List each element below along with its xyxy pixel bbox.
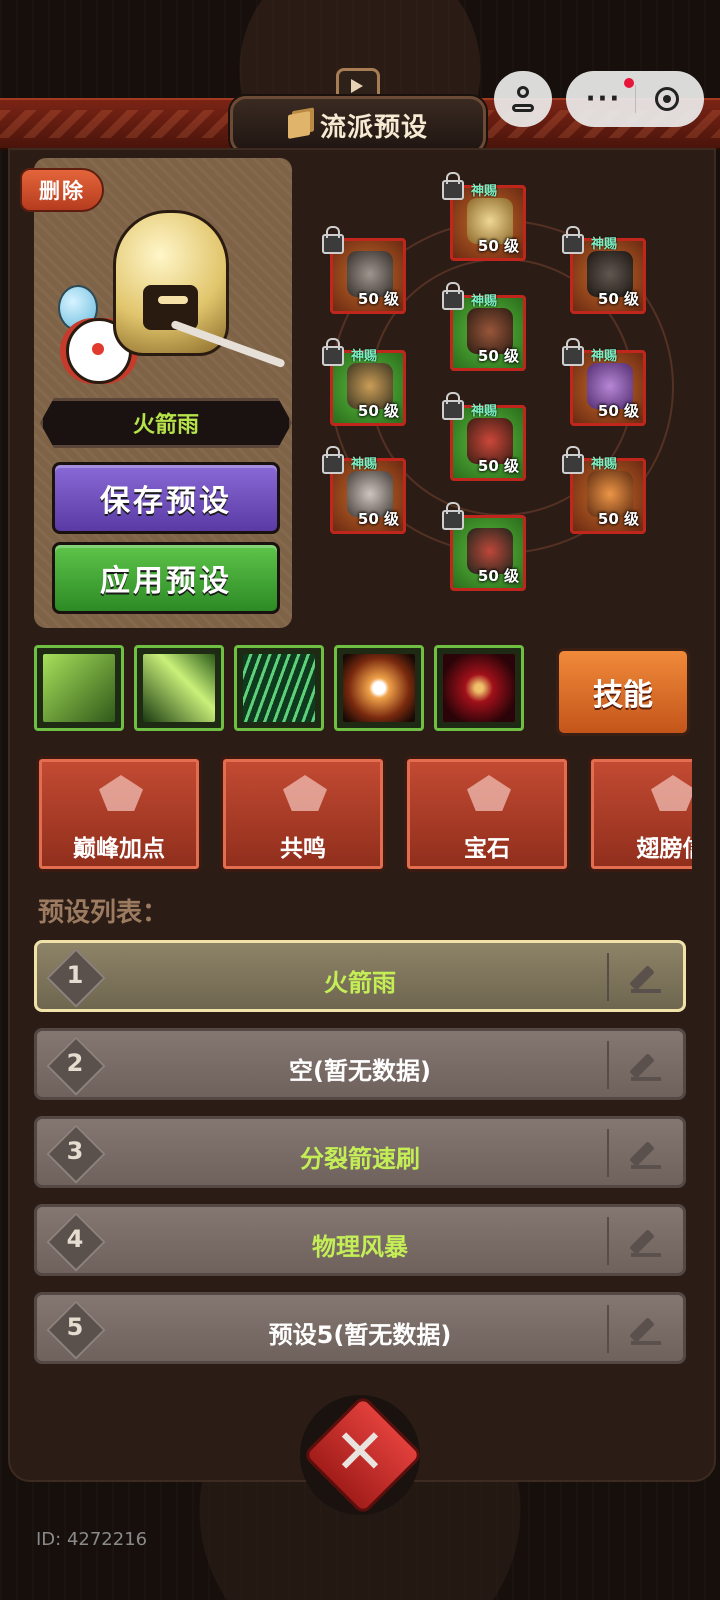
preset-number: 2	[66, 1049, 84, 1077]
feature-resonance[interactable]: 共鸣	[220, 756, 386, 872]
close-target-button[interactable]	[636, 87, 698, 111]
wings-icon	[651, 775, 692, 811]
close-icon[interactable]: ✕	[322, 1420, 398, 1484]
lock-icon	[442, 282, 464, 310]
skill-slot-1[interactable]	[34, 645, 124, 731]
skill-slot-5[interactable]	[434, 645, 524, 731]
preset-row-3[interactable]: 3 分裂箭速刷	[34, 1116, 686, 1188]
preset-row-5[interactable]: 5 预设5(暂无数据)	[34, 1292, 686, 1364]
save-preset-button[interactable]: 保存预设	[52, 462, 280, 534]
level-label: 50 级	[597, 290, 639, 308]
row-divider	[607, 1305, 609, 1353]
lock-icon	[562, 226, 584, 254]
hero-eye	[158, 296, 188, 304]
preset-number: 1	[66, 961, 84, 989]
preset-row-1[interactable]: 1 火箭雨	[34, 940, 686, 1012]
level-label: 50 级	[477, 237, 519, 255]
more-button[interactable]: ···	[573, 84, 635, 114]
feature-label: 共鸣	[280, 836, 326, 862]
notification-dot	[624, 78, 634, 88]
level-label: 50 级	[597, 402, 639, 420]
gem-icon	[467, 775, 511, 811]
feature-wings[interactable]: 翅膀信	[588, 756, 692, 872]
shadow-skill-icon	[443, 654, 515, 722]
feature-label: 宝石	[464, 836, 510, 862]
divine-badge: 神赐	[471, 184, 498, 199]
lock-icon	[322, 446, 344, 474]
edit-pencil-icon[interactable]	[631, 1139, 661, 1169]
lock-icon	[562, 446, 584, 474]
row-divider	[607, 1041, 609, 1089]
level-label: 50 级	[477, 347, 519, 365]
book-icon	[287, 111, 310, 139]
row-divider	[607, 1129, 609, 1177]
edit-pencil-icon[interactable]	[631, 1051, 661, 1081]
preset-name: 物理风暴	[312, 1233, 408, 1261]
preset-number: 3	[66, 1137, 84, 1165]
player-id: ID: 4272216	[36, 1529, 148, 1550]
resonance-icon	[283, 775, 327, 811]
divine-badge: 神赐	[471, 404, 498, 419]
divine-badge: 神赐	[591, 457, 618, 472]
page-title: 流派预设	[319, 112, 428, 143]
lock-icon	[322, 338, 344, 366]
lock-icon	[322, 226, 344, 254]
divine-badge: 神赐	[351, 349, 378, 364]
level-label: 50 级	[477, 457, 519, 475]
skills-button[interactable]: 技能	[556, 648, 690, 736]
preset-row-2[interactable]: 2 空(暂无数据)	[34, 1028, 686, 1100]
preset-name: 火箭雨	[324, 969, 396, 997]
skill-slot-3[interactable]	[234, 645, 324, 731]
joystick-icon	[512, 86, 534, 112]
galaxy-skill-icon	[343, 654, 415, 722]
rain-skill-icon	[243, 654, 315, 722]
row-divider	[607, 1217, 609, 1265]
preset-name: 分裂箭速刷	[300, 1145, 420, 1173]
peak-icon	[99, 775, 143, 811]
lock-icon	[562, 338, 584, 366]
preset-name: 空(暂无数据)	[289, 1057, 431, 1085]
lock-icon	[442, 172, 464, 200]
level-label: 50 级	[357, 510, 399, 528]
gamepad-button[interactable]	[494, 71, 552, 127]
leaf-skill-icon	[143, 654, 215, 722]
hero-portrait	[58, 200, 286, 395]
skill-slot-2[interactable]	[134, 645, 224, 731]
preset-name: 预设5(暂无数据)	[268, 1321, 452, 1349]
level-label: 50 级	[477, 567, 519, 585]
level-label: 50 级	[597, 510, 639, 528]
hero-name-plate: 火箭雨	[40, 398, 292, 448]
edit-pencil-icon[interactable]	[631, 963, 661, 993]
mini-program-capsule: ···	[566, 71, 704, 127]
preset-number: 5	[66, 1313, 84, 1341]
level-label: 50 级	[357, 402, 399, 420]
edit-pencil-icon[interactable]	[631, 1315, 661, 1345]
feature-tabs: 巅峰加点 共鸣 宝石 翅膀信	[30, 750, 692, 880]
arrow-skill-icon	[43, 654, 115, 722]
divine-badge: 神赐	[591, 349, 618, 364]
feature-peak-points[interactable]: 巅峰加点	[36, 756, 202, 872]
skill-slot-4[interactable]	[334, 645, 424, 731]
apply-preset-button[interactable]: 应用预设	[52, 542, 280, 614]
title-plate: 流派预设	[230, 96, 486, 154]
target-icon	[654, 87, 679, 111]
divine-badge: 神赐	[351, 457, 378, 472]
preset-list-heading: 预设列表：	[38, 898, 169, 928]
lock-icon	[442, 392, 464, 420]
preset-number: 4	[66, 1225, 84, 1253]
preset-row-4[interactable]: 4 物理风暴	[34, 1204, 686, 1276]
divine-badge: 神赐	[471, 294, 498, 309]
feature-label: 巅峰加点	[73, 836, 165, 862]
row-divider	[607, 953, 609, 1001]
feature-gem[interactable]: 宝石	[404, 756, 570, 872]
lock-icon	[442, 502, 464, 530]
level-label: 50 级	[357, 290, 399, 308]
divine-badge: 神赐	[591, 237, 618, 252]
edit-pencil-icon[interactable]	[631, 1227, 661, 1257]
feature-label: 翅膀信	[636, 836, 693, 862]
